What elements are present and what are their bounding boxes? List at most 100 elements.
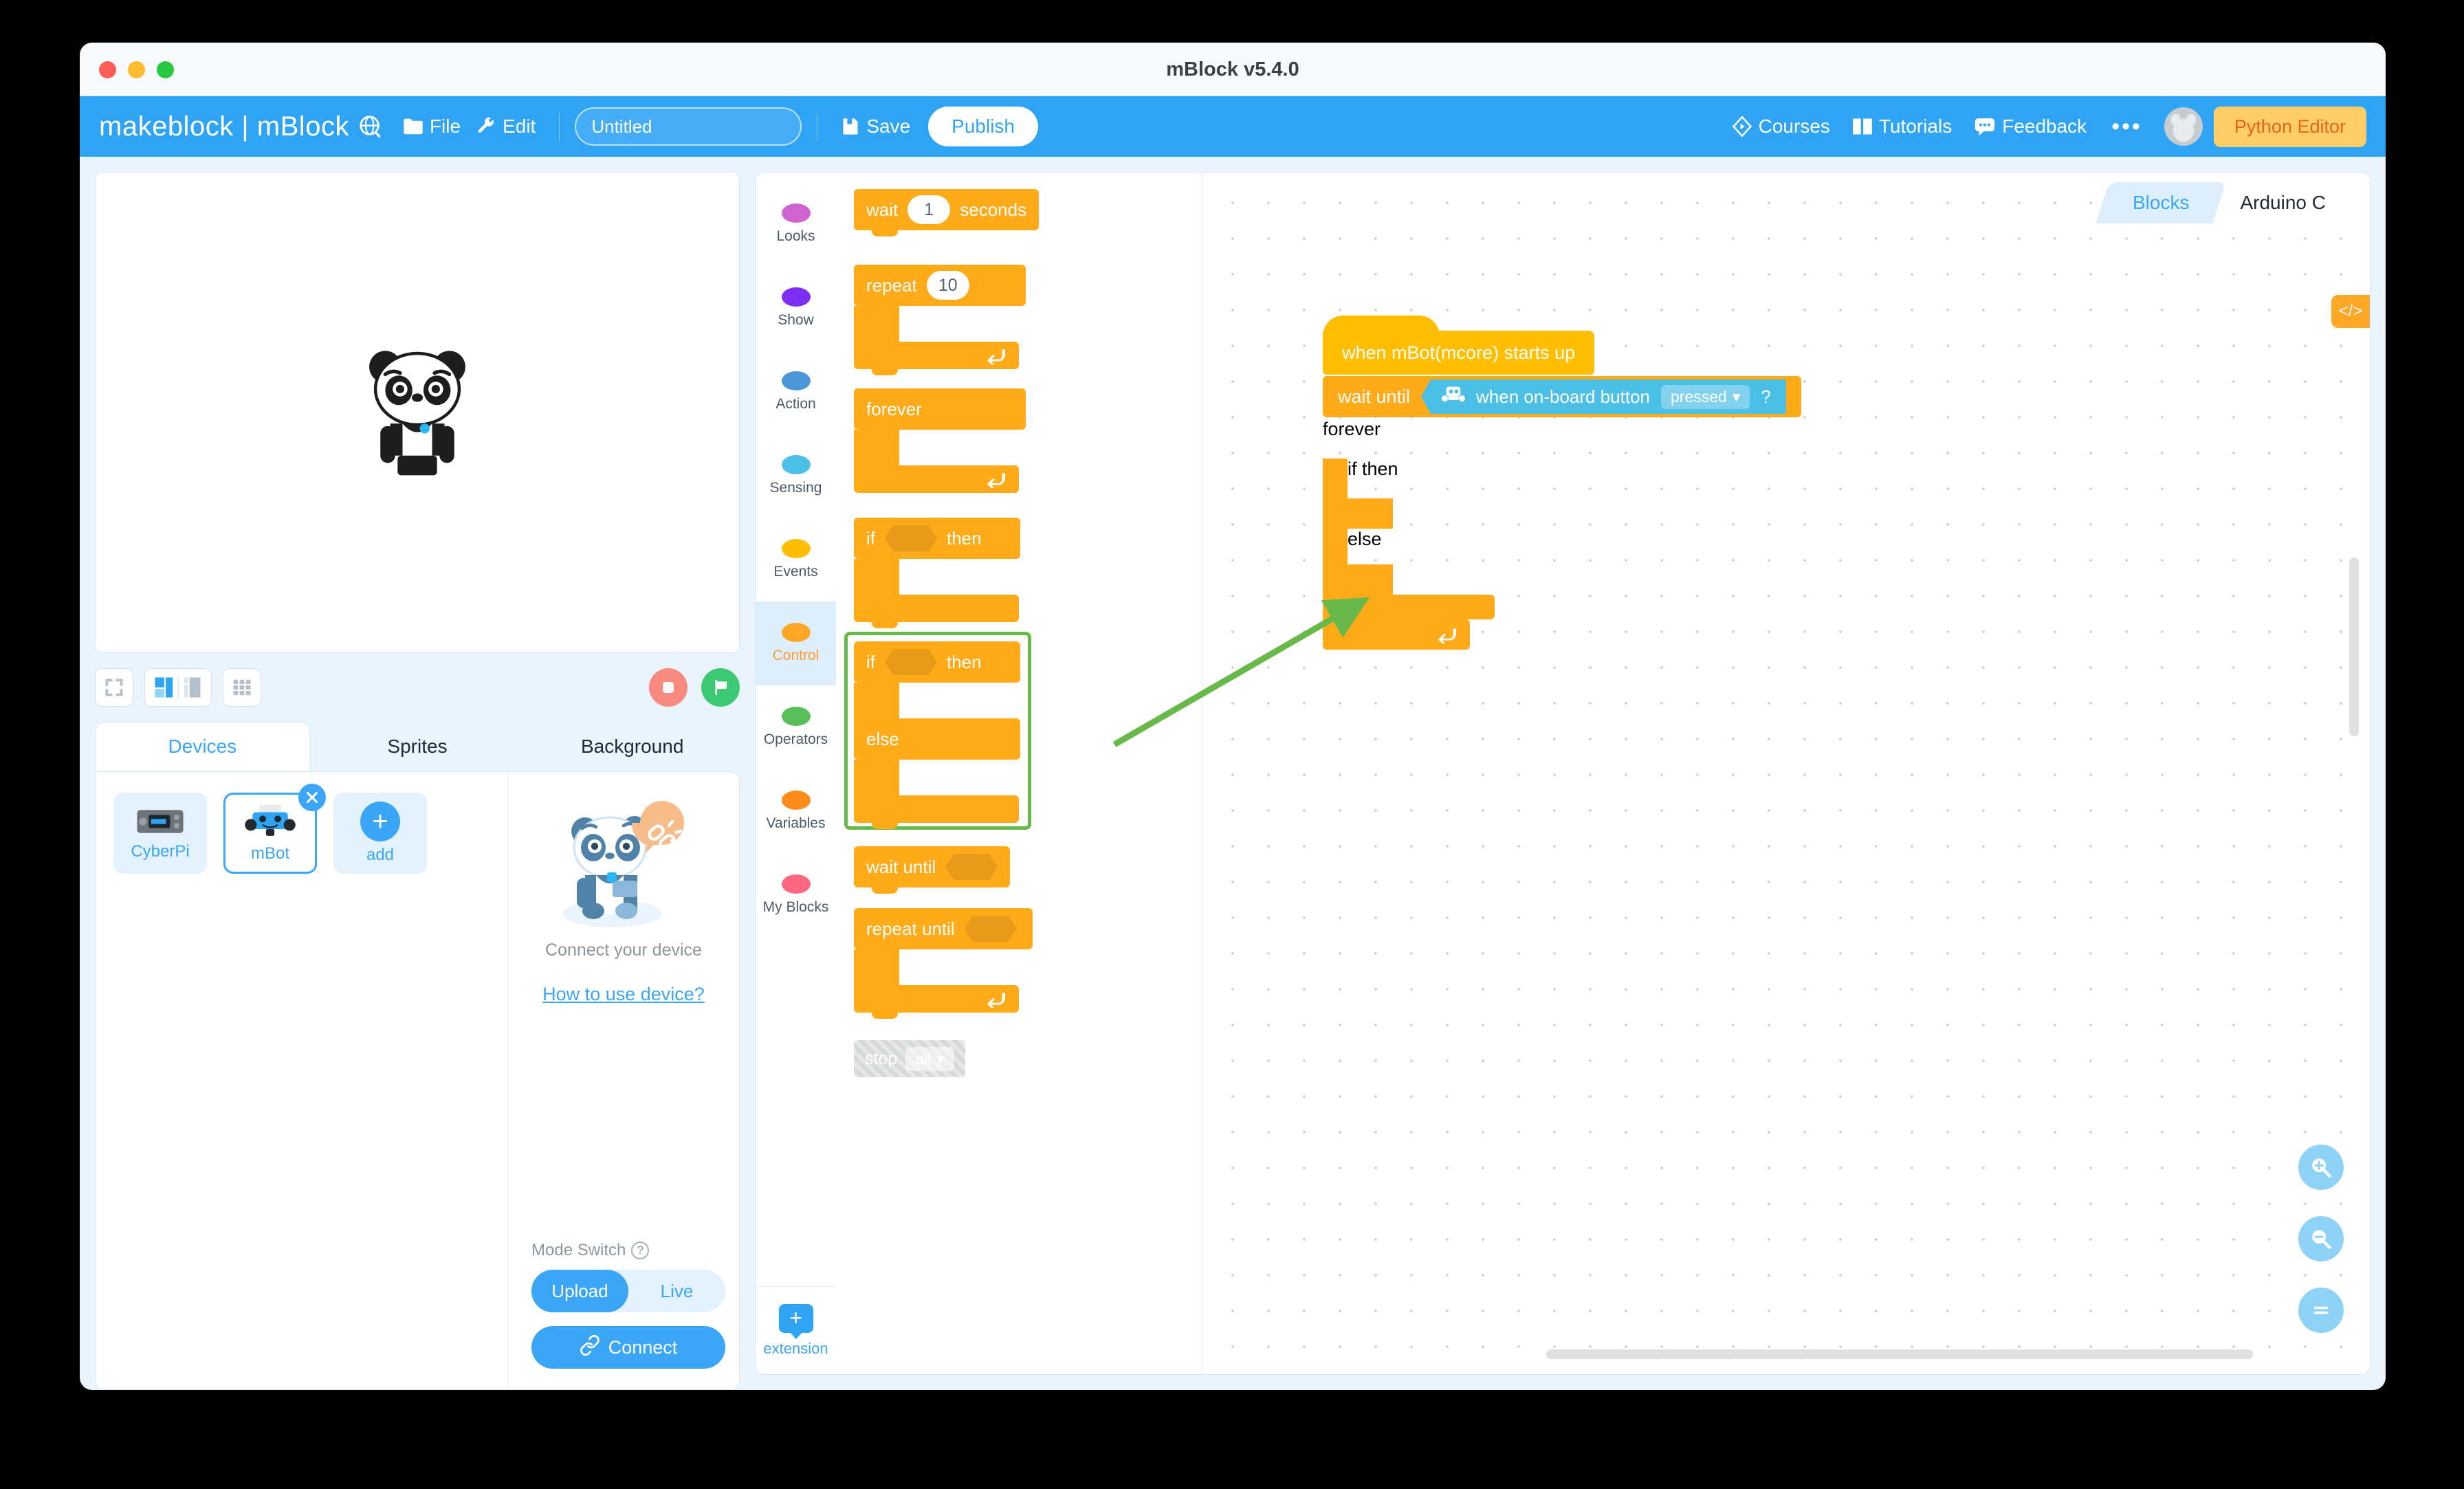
palette-block-wait-until[interactable]: wait until: [854, 846, 1202, 894]
script-stack[interactable]: when mBot(mcore) starts up wait until wh…: [1323, 316, 1801, 650]
category-label: Operators: [763, 731, 828, 747]
category-list: Looks Show Action Sensing Events Control…: [756, 173, 836, 1286]
category-sensing[interactable]: Sensing: [756, 434, 836, 518]
category-variables[interactable]: Variables: [756, 769, 836, 853]
category-sidebar: Looks Show Action Sensing Events Control…: [755, 172, 836, 1375]
if-condition-slot[interactable]: [885, 525, 937, 551]
code-view-icon[interactable]: </>: [2331, 295, 2370, 328]
sensing-reporter-onboard-button[interactable]: when on-board button pressed ▾ ?: [1421, 379, 1786, 414]
palette-block-stop[interactable]: stop all ▾: [854, 1040, 965, 1077]
courses-menu[interactable]: Courses: [1724, 115, 1838, 137]
zoom-out-icon[interactable]: [2298, 1216, 2344, 1261]
edit-menu[interactable]: Edit: [469, 115, 544, 137]
python-editor-button[interactable]: Python Editor: [2213, 106, 2366, 147]
connect-button[interactable]: Connect: [531, 1326, 725, 1369]
script-canvas[interactable]: Blocks Arduino C </> when mBot(mcore) st…: [1202, 172, 2370, 1375]
tab-background[interactable]: Background: [525, 722, 740, 771]
layout-toggle-buttons[interactable]: [144, 668, 212, 707]
block-palette[interactable]: wait 1 seconds repeat 10 forever if then…: [836, 172, 1202, 1375]
wait-until-condition-slot[interactable]: [945, 854, 998, 880]
repeat-count-input[interactable]: 10: [926, 271, 969, 300]
button-state-label: pressed: [1671, 387, 1727, 406]
grid-layout-button[interactable]: [223, 668, 261, 707]
device-card-cyberpi[interactable]: CyberPi: [113, 793, 207, 874]
close-window-button[interactable]: [99, 61, 116, 78]
stop-target-dropdown[interactable]: all ▾: [905, 1046, 954, 1071]
minimize-window-button[interactable]: [128, 61, 145, 78]
palette-block-repeat[interactable]: repeat 10: [854, 265, 1026, 375]
palette-block-forever[interactable]: forever: [854, 388, 1026, 493]
mode-option-upload[interactable]: Upload: [531, 1270, 628, 1312]
zoom-in-icon[interactable]: [2298, 1145, 2344, 1190]
device-card-mbot[interactable]: mBot: [223, 784, 326, 874]
mode-switch-toggle[interactable]: Upload Live: [531, 1270, 725, 1312]
category-looks[interactable]: Looks: [756, 182, 836, 266]
forever-left-arm: [1323, 459, 1348, 619]
script-block-if-else[interactable]: if then else: [1348, 459, 1495, 619]
more-options-button[interactable]: •••: [2100, 115, 2153, 138]
file-menu[interactable]: File: [395, 115, 469, 137]
run-controls: [649, 668, 740, 707]
palette-block-if[interactable]: if then: [854, 518, 1020, 628]
if-label: if: [866, 527, 875, 549]
add-extension-button[interactable]: + extension: [756, 1286, 836, 1374]
category-operators[interactable]: Operators: [756, 685, 836, 769]
palette-block-repeat-until[interactable]: repeat until: [854, 908, 1033, 1019]
courses-label: Courses: [1758, 115, 1830, 137]
category-events[interactable]: Events: [756, 518, 836, 602]
fullscreen-button[interactable]: [95, 668, 133, 707]
button-state-dropdown[interactable]: pressed ▾: [1661, 384, 1750, 409]
tab-sprites[interactable]: Sprites: [310, 722, 525, 771]
category-show[interactable]: Show: [756, 266, 836, 350]
category-color-dot: [781, 623, 811, 642]
window-controls[interactable]: [99, 61, 174, 78]
if-block-foot: [854, 595, 1019, 628]
link-icon: [580, 1334, 600, 1360]
category-control[interactable]: Control: [756, 602, 836, 685]
green-flag-button[interactable]: [701, 668, 740, 707]
maximize-window-button[interactable]: [157, 61, 174, 78]
forever-label: forever: [866, 398, 922, 419]
remove-device-button[interactable]: [298, 784, 326, 811]
wait-seconds-input[interactable]: 1: [908, 195, 951, 224]
feedback-menu[interactable]: Feedback: [1966, 115, 2095, 137]
tab-blocks[interactable]: Blocks: [2096, 182, 2227, 223]
block-bump: [872, 887, 898, 894]
save-disk-icon: [841, 117, 860, 136]
category-my-blocks[interactable]: My Blocks: [756, 853, 836, 937]
user-avatar[interactable]: [2164, 107, 2203, 146]
tab-devices[interactable]: Devices: [95, 722, 310, 771]
help-icon[interactable]: ?: [631, 1242, 650, 1259]
mode-switch-label-row: Mode Switch ?: [531, 1241, 725, 1260]
vertical-scrollbar[interactable]: [2349, 558, 2359, 736]
save-button[interactable]: Save: [833, 115, 918, 137]
panda-sprite[interactable]: [355, 347, 479, 478]
script-block-forever[interactable]: forever if then else: [1323, 419, 1495, 650]
category-label: Show: [778, 312, 814, 328]
horizontal-scrollbar[interactable]: [1546, 1349, 2253, 1359]
forever-label: forever: [1323, 419, 1381, 439]
palette-block-wait[interactable]: wait 1 seconds: [854, 189, 1202, 236]
palette-block-if-else[interactable]: if then else: [854, 641, 1020, 829]
script-block-wait-until[interactable]: wait until when on-board button pressed …: [1323, 376, 1801, 417]
tab-arduino-c[interactable]: Arduino C: [2210, 182, 2356, 223]
else-branch-mouth: [1348, 564, 1393, 595]
globe-language-icon[interactable]: [359, 115, 382, 138]
category-label: Control: [772, 648, 820, 663]
project-name-input[interactable]: [575, 107, 802, 146]
zoom-reset-icon[interactable]: [2298, 1288, 2344, 1333]
repeat-until-condition-slot[interactable]: [964, 916, 1017, 942]
loop-arrow-icon: [1438, 628, 1456, 643]
save-label: Save: [866, 115, 911, 137]
script-block-hat[interactable]: when mBot(mcore) starts up: [1323, 316, 1595, 375]
tutorials-menu[interactable]: Tutorials: [1844, 115, 1960, 137]
if-else-block-foot: [854, 795, 1019, 829]
publish-button[interactable]: Publish: [928, 107, 1038, 146]
how-to-use-device-link[interactable]: How to use device?: [542, 984, 705, 1005]
category-action[interactable]: Action: [756, 350, 836, 434]
stage-area[interactable]: [95, 172, 740, 653]
stop-button[interactable]: [649, 668, 688, 707]
add-device-button[interactable]: + add: [333, 793, 427, 874]
mode-option-live[interactable]: Live: [628, 1270, 725, 1312]
if-else-condition-slot[interactable]: [885, 649, 937, 675]
